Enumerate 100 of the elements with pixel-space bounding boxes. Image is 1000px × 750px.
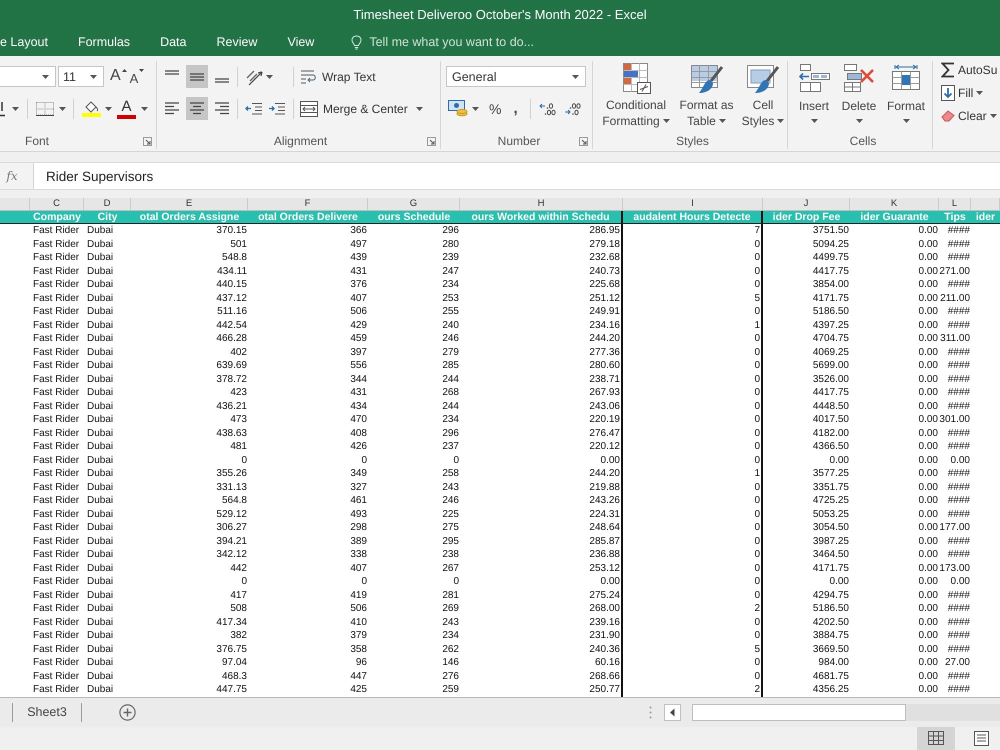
column-letter[interactable]: L — [939, 198, 971, 210]
column-letter[interactable]: E — [131, 198, 248, 210]
caret-icon[interactable] — [42, 74, 49, 78]
ribbon-tab[interactable]: Formulas — [62, 28, 146, 56]
table-cell: 0 — [623, 494, 763, 508]
format-button[interactable]: Format — [883, 61, 929, 132]
shrink-font-button[interactable]: A — [130, 66, 144, 88]
caret-icon[interactable] — [141, 106, 148, 110]
delete-button[interactable]: Delete — [837, 61, 881, 132]
fill-color-icon[interactable] — [82, 100, 101, 117]
caret-icon[interactable] — [810, 119, 818, 123]
decrease-indent-icon[interactable] — [245, 102, 263, 115]
table-cell-text: 331.13 — [215, 480, 248, 494]
column-letter[interactable]: D — [84, 198, 131, 210]
column-letter[interactable]: H — [460, 198, 623, 210]
column-heading: ider Guarante — [859, 211, 930, 223]
table-cell: 234.16 — [460, 318, 623, 332]
column-letter[interactable]: F — [248, 198, 368, 210]
formula-field[interactable]: Rider Supervisors — [33, 163, 1000, 189]
decrease-decimal-icon[interactable] — [564, 102, 581, 116]
insert-button[interactable]: Insert — [794, 61, 834, 132]
splitter-dots-icon[interactable] — [649, 706, 652, 718]
column-letter[interactable]: C — [30, 198, 84, 210]
tell-me-field[interactable]: Tell me what you want to do... — [369, 35, 570, 49]
scroll-left-icon[interactable] — [664, 704, 681, 720]
ribbon-tab[interactable]: Review — [201, 28, 272, 56]
caret-icon[interactable] — [902, 119, 910, 123]
autosum-button[interactable]: AutoSu — [941, 58, 1000, 81]
caret-icon[interactable] — [266, 74, 273, 78]
borders-icon[interactable] — [36, 102, 54, 116]
table-cell-text: 255 — [441, 305, 460, 318]
column-letter[interactable]: I — [623, 198, 763, 210]
insert-function-button[interactable]: fx — [0, 163, 24, 189]
table-cell-text: 5053.25 — [812, 508, 850, 521]
caret-up-icon — [122, 68, 127, 72]
increase-decimal-icon[interactable] — [538, 102, 556, 116]
table-cell-text: 417 — [229, 588, 248, 602]
add-sheet-icon[interactable] — [119, 704, 136, 720]
table-cell-text: Fast Rider — [32, 238, 80, 251]
cell-styles-button[interactable]: Cell Styles — [739, 61, 787, 132]
align-button[interactable] — [186, 97, 208, 120]
caret-icon[interactable] — [572, 74, 579, 78]
increase-indent-icon[interactable] — [268, 102, 286, 115]
grow-font-button[interactable]: A — [110, 66, 127, 88]
caret-icon[interactable] — [12, 106, 19, 110]
caret-icon[interactable] — [472, 106, 479, 110]
table-cell-text: 97.04 — [220, 656, 248, 670]
comma-style-button[interactable]: , — [511, 98, 520, 120]
scrollbar-thumb[interactable] — [692, 704, 906, 720]
caret-icon[interactable] — [90, 74, 97, 78]
ribbon-tab[interactable]: e Layout — [0, 28, 63, 56]
launcher-icon[interactable] — [427, 136, 436, 146]
caret-icon[interactable] — [416, 106, 423, 110]
align-button[interactable] — [186, 65, 208, 88]
launcher-icon[interactable] — [143, 136, 152, 146]
number-format-field[interactable]: General — [446, 66, 586, 87]
percent-button[interactable]: % — [487, 98, 504, 120]
conditional-formatting-button[interactable]: Conditional Formatting — [598, 61, 674, 132]
launcher-icon[interactable] — [579, 136, 588, 146]
table-cell-text: Fast Rider — [32, 224, 80, 238]
merge-center-button[interactable]: Merge & Center — [300, 97, 408, 120]
caret-icon[interactable] — [976, 90, 984, 94]
orientation-icon[interactable] — [245, 68, 263, 86]
table-cell-text: Dubai — [86, 467, 114, 480]
format-as-table-button[interactable]: Format as Table — [676, 61, 737, 132]
scrollbar[interactable] — [692, 704, 1000, 720]
table-cell-text: 564.8 — [220, 494, 248, 508]
clear-button[interactable]: Clear — [941, 104, 1000, 127]
column-letter[interactable]: G — [368, 198, 460, 210]
table-cell-text: 4294.75 — [812, 588, 850, 602]
caret-icon[interactable] — [856, 119, 862, 123]
table-cell: 177.00 — [939, 521, 971, 534]
caret-icon[interactable] — [105, 106, 112, 110]
table-cell-text: 459 — [349, 332, 368, 346]
table-cell-text: 243 — [441, 616, 460, 629]
ribbon-tab[interactable]: Data — [145, 28, 202, 56]
normal-view-button[interactable] — [917, 726, 955, 750]
table-cell-text: 4397.25 — [812, 318, 850, 332]
font-size-field[interactable]: 11 — [58, 66, 104, 87]
money-icon[interactable] — [448, 100, 468, 117]
table-cell-text: Fast Rider — [32, 588, 80, 602]
ribbon-tab[interactable]: View — [272, 28, 330, 56]
font-color-button[interactable]: A — [117, 98, 136, 118]
caret-icon[interactable] — [990, 114, 997, 118]
table-cell-text: 4366.50 — [812, 440, 850, 454]
column-letter[interactable]: K — [850, 198, 939, 210]
caret-icon[interactable] — [59, 106, 66, 110]
underline-icon[interactable] — [0, 100, 5, 116]
caret-icon[interactable] — [777, 119, 784, 123]
table-cell: 239.16 — [460, 616, 623, 629]
table-cell-text: Fast Rider — [32, 346, 80, 359]
table-cell-text: Fast Rider — [32, 400, 80, 413]
wrap-text-button[interactable]: Wrap Text — [300, 65, 376, 88]
sheet-tab[interactable]: Sheet3 — [13, 698, 81, 726]
caret-icon[interactable] — [662, 119, 670, 123]
font-name-field[interactable] — [0, 66, 56, 87]
column-letter[interactable]: J — [763, 198, 850, 210]
fill-button[interactable]: Fill — [941, 81, 1000, 104]
caret-icon[interactable] — [718, 119, 726, 123]
table-cell-text: 511.16 — [216, 305, 248, 318]
